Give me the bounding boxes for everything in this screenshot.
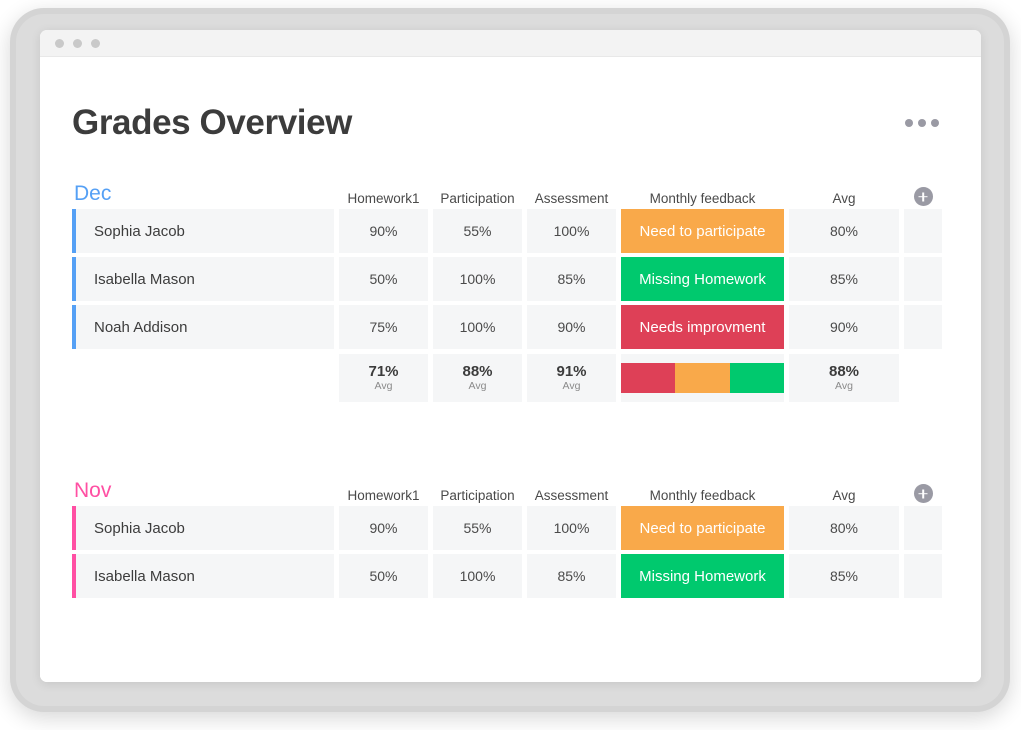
summary-homework1: 71% Avg	[339, 354, 428, 402]
cell-avg[interactable]: 85%	[789, 257, 899, 301]
table-row[interactable]: Isabella Mason 50% 100% 85% Missing Home…	[72, 554, 949, 598]
table-row[interactable]: Noah Addison 75% 100% 90% Needs improvme…	[72, 305, 949, 349]
cell-homework1[interactable]: 50%	[339, 554, 428, 598]
student-name[interactable]: Isabella Mason	[72, 554, 334, 598]
cell-participation[interactable]: 55%	[433, 506, 522, 550]
summary-value: 88%	[462, 362, 493, 380]
cell-assessment[interactable]: 85%	[527, 554, 616, 598]
summary-value: 71%	[368, 362, 399, 380]
summary-participation: 88% Avg	[433, 354, 522, 402]
cell-extra[interactable]	[904, 554, 942, 598]
cell-assessment[interactable]: 90%	[527, 305, 616, 349]
column-header-monthly-feedback: Monthly feedback	[649, 191, 756, 206]
student-name[interactable]: Sophia Jacob	[72, 209, 334, 253]
cell-extra[interactable]	[904, 209, 942, 253]
cell-participation[interactable]: 100%	[433, 554, 522, 598]
status-badge[interactable]: Needs improvment	[621, 305, 784, 349]
section-dec: Dec Homework1 Participation Assessment M…	[72, 182, 949, 402]
maximize-icon[interactable]	[91, 38, 100, 48]
kebab-dot	[931, 119, 939, 127]
cell-assessment[interactable]: 100%	[527, 506, 616, 550]
cell-participation[interactable]: 100%	[433, 305, 522, 349]
status-badge[interactable]: Need to participate	[621, 209, 784, 253]
student-name[interactable]: Sophia Jacob	[72, 506, 334, 550]
status-badge[interactable]: Need to participate	[621, 506, 784, 550]
cell-assessment[interactable]: 100%	[527, 209, 616, 253]
month-label-nov: Nov	[74, 479, 112, 502]
cell-avg[interactable]: 80%	[789, 209, 899, 253]
cell-assessment[interactable]: 85%	[527, 257, 616, 301]
page-content: Grades Overview Dec Homework1 Participat…	[40, 57, 981, 682]
table-header-dec: Dec Homework1 Participation Assessment M…	[72, 182, 949, 209]
summary-label: Avg	[835, 380, 853, 393]
summary-value: 91%	[556, 362, 587, 380]
minimize-icon[interactable]	[73, 38, 82, 48]
distribution-segment-orange	[675, 363, 730, 393]
cell-monthly-feedback[interactable]: Need to participate	[621, 209, 784, 253]
summary-assessment: 91% Avg	[527, 354, 616, 402]
page-header: Grades Overview	[72, 57, 949, 143]
table-row[interactable]: Sophia Jacob 90% 55% 100% Need to partic…	[72, 506, 949, 550]
cell-monthly-feedback[interactable]: Missing Homework	[621, 257, 784, 301]
close-icon[interactable]	[55, 38, 64, 48]
cell-homework1[interactable]: 75%	[339, 305, 428, 349]
summary-spacer	[904, 354, 942, 402]
add-column-cell	[904, 187, 942, 206]
cell-monthly-feedback[interactable]: Needs improvment	[621, 305, 784, 349]
add-column-icon[interactable]	[913, 484, 933, 503]
cell-avg[interactable]: 80%	[789, 506, 899, 550]
distribution-segment-green	[729, 363, 784, 393]
column-header-homework1: Homework1	[347, 488, 420, 503]
cell-monthly-feedback[interactable]: Need to participate	[621, 506, 784, 550]
column-header-monthly-feedback: Monthly feedback	[649, 488, 756, 503]
cell-monthly-feedback[interactable]: Missing Homework	[621, 554, 784, 598]
cell-homework1[interactable]: 90%	[339, 506, 428, 550]
window-titlebar	[40, 30, 981, 57]
summary-row: 71% Avg 88% Avg 91% Avg 88% Avg	[72, 354, 949, 402]
status-badge[interactable]: Missing Homework	[621, 257, 784, 301]
column-header-participation: Participation	[440, 191, 515, 206]
add-column-icon[interactable]	[913, 187, 933, 206]
summary-label: Avg	[374, 380, 393, 393]
summary-value: 88%	[828, 362, 860, 380]
page-title: Grades Overview	[72, 103, 352, 142]
distribution-bar	[621, 363, 784, 393]
add-column-cell	[904, 484, 942, 503]
table-row[interactable]: Isabella Mason 50% 100% 85% Missing Home…	[72, 257, 949, 301]
cell-homework1[interactable]: 90%	[339, 209, 428, 253]
summary-spacer	[72, 354, 334, 402]
distribution-segment-red	[621, 363, 676, 393]
column-header-homework1: Homework1	[347, 191, 420, 206]
summary-feedback-distribution	[621, 354, 784, 402]
column-header-assessment: Assessment	[534, 488, 609, 503]
browser-window: Grades Overview Dec Homework1 Participat…	[40, 30, 981, 682]
column-header-avg: Avg	[832, 191, 856, 206]
summary-label: Avg	[468, 380, 487, 393]
cell-extra[interactable]	[904, 506, 942, 550]
cell-homework1[interactable]: 50%	[339, 257, 428, 301]
student-name[interactable]: Noah Addison	[72, 305, 334, 349]
kebab-menu-icon[interactable]	[899, 113, 945, 133]
summary-label: Avg	[562, 380, 581, 393]
cell-avg[interactable]: 90%	[789, 305, 899, 349]
cell-extra[interactable]	[904, 305, 942, 349]
section-nov: Nov Homework1 Participation Assessment M…	[72, 479, 949, 598]
column-header-assessment: Assessment	[534, 191, 609, 206]
table-row[interactable]: Sophia Jacob 90% 55% 100% Need to partic…	[72, 209, 949, 253]
cell-participation[interactable]: 55%	[433, 209, 522, 253]
column-header-participation: Participation	[440, 488, 515, 503]
month-label-dec: Dec	[74, 182, 112, 205]
cell-extra[interactable]	[904, 257, 942, 301]
student-name[interactable]: Isabella Mason	[72, 257, 334, 301]
summary-avg: 88% Avg	[789, 354, 899, 402]
kebab-dot	[918, 119, 926, 127]
cell-avg[interactable]: 85%	[789, 554, 899, 598]
kebab-dot	[905, 119, 913, 127]
cell-participation[interactable]: 100%	[433, 257, 522, 301]
column-header-avg: Avg	[832, 488, 856, 503]
table-header-nov: Nov Homework1 Participation Assessment M…	[72, 479, 949, 506]
status-badge[interactable]: Missing Homework	[621, 554, 784, 598]
